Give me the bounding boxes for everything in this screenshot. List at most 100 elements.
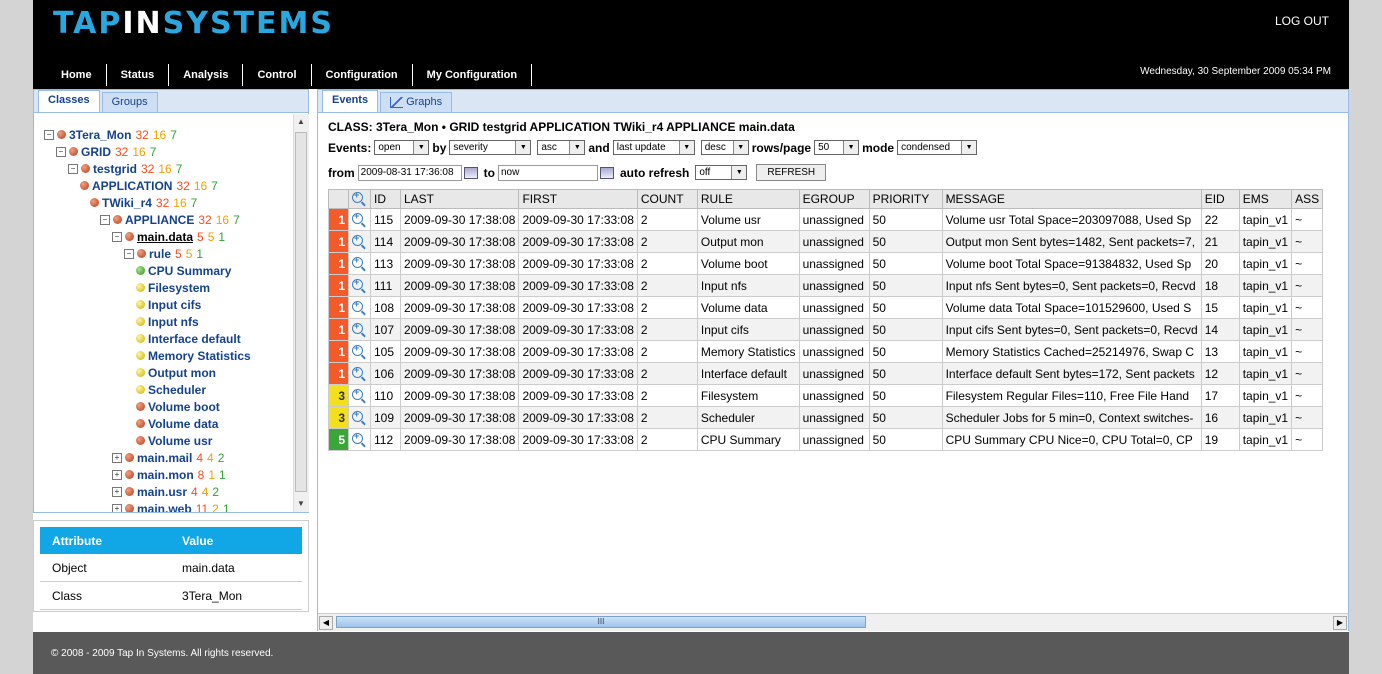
- grid-column-header[interactable]: [348, 189, 371, 209]
- tree-node[interactable]: − 3Tera_Mon 32 16 7: [44, 126, 177, 143]
- zoom-cell[interactable]: [348, 428, 371, 451]
- nav-my-configuration[interactable]: My Configuration: [413, 64, 533, 86]
- collapse-icon[interactable]: −: [68, 163, 78, 174]
- calendar-icon[interactable]: [600, 166, 614, 179]
- tree-node[interactable]: − testgrid 32 16 7: [68, 160, 182, 177]
- zoom-icon[interactable]: [352, 277, 363, 290]
- tree-node[interactable]: CPU Summary: [136, 262, 231, 279]
- collapse-icon[interactable]: −: [112, 231, 122, 242]
- tree-node[interactable]: + main.mon 8 1 1: [112, 466, 226, 483]
- sort2-field-select[interactable]: last update ▼: [612, 140, 695, 155]
- tree-node[interactable]: − GRID 32 16 7: [56, 143, 156, 160]
- tree-node[interactable]: Interface default: [136, 330, 241, 347]
- tab-classes[interactable]: Classes: [38, 90, 100, 112]
- zoom-icon[interactable]: [352, 321, 363, 334]
- refresh-button[interactable]: REFRESH: [756, 164, 827, 181]
- tree-node[interactable]: Volume usr: [136, 432, 212, 449]
- zoom-cell[interactable]: [348, 362, 371, 385]
- collapse-icon[interactable]: −: [124, 248, 134, 259]
- tab-events[interactable]: Events: [322, 90, 379, 112]
- table-row[interactable]: 11112009-09-30 17:38:082009-09-30 17:33:…: [328, 274, 1324, 297]
- zoom-cell[interactable]: [348, 318, 371, 341]
- scroll-up-icon[interactable]: ▲: [297, 117, 305, 126]
- status-select[interactable]: open ▼: [374, 140, 430, 155]
- grid-column-header[interactable]: ID: [370, 189, 401, 209]
- grid-column-header[interactable]: ASS: [1291, 189, 1324, 209]
- tree-node[interactable]: Memory Statistics: [136, 347, 251, 364]
- grid-column-header[interactable]: EGROUP: [798, 189, 870, 209]
- sort-field-select[interactable]: severity ▼: [449, 140, 532, 155]
- grid-column-header[interactable]: PRIORITY: [868, 189, 943, 209]
- grid-column-header[interactable]: FIRST: [518, 189, 638, 209]
- tree-node[interactable]: Volume boot: [136, 398, 220, 415]
- scroll-down-icon[interactable]: ▼: [297, 499, 305, 508]
- calendar-icon[interactable]: [463, 166, 478, 179]
- zoom-icon[interactable]: [352, 343, 363, 356]
- collapse-icon[interactable]: −: [100, 214, 110, 225]
- grid-column-header[interactable]: EID: [1200, 189, 1240, 209]
- auto-refresh-select[interactable]: off ▼: [695, 165, 748, 180]
- zoom-cell[interactable]: [348, 252, 371, 275]
- expand-icon[interactable]: +: [112, 486, 122, 497]
- tree-node[interactable]: + main.mail 4 4 2: [112, 449, 224, 466]
- zoom-cell[interactable]: [348, 340, 371, 363]
- rows-per-page-select[interactable]: 50 ▼: [814, 140, 860, 155]
- zoom-icon[interactable]: [352, 431, 363, 444]
- tree-node[interactable]: APPLICATION 32 16 7: [80, 177, 218, 194]
- table-row[interactable]: 3 1102009-09-30 17:38:082009-09-30 17:33:…: [328, 384, 1324, 407]
- zoom-cell[interactable]: [348, 274, 371, 297]
- nav-control[interactable]: Control: [243, 64, 312, 86]
- table-row[interactable]: 5 1122009-09-30 17:38:082009-09-30 17:33:…: [328, 428, 1324, 451]
- collapse-icon[interactable]: −: [44, 129, 54, 140]
- nav-analysis[interactable]: Analysis: [169, 64, 244, 86]
- mode-select[interactable]: condensed ▼: [897, 140, 978, 155]
- grid-hscrollbar[interactable]: ◀ III ▶: [318, 613, 1348, 631]
- zoom-cell[interactable]: [348, 208, 371, 231]
- tree-node[interactable]: − main.data 5 5 1: [112, 228, 225, 245]
- table-row[interactable]: 3 1092009-09-30 17:38:082009-09-30 17:33:…: [328, 406, 1324, 429]
- tab-groups[interactable]: Groups: [101, 92, 158, 112]
- nav-status[interactable]: Status: [107, 64, 170, 86]
- table-row[interactable]: 1 1072009-09-30 17:38:082009-09-30 17:33:…: [328, 318, 1324, 341]
- zoom-icon[interactable]: [352, 211, 363, 224]
- tree-node[interactable]: − rule 5 5 1: [124, 245, 203, 262]
- zoom-icon[interactable]: [352, 299, 363, 312]
- tree-scrollbar[interactable]: ▲ ▼: [293, 114, 309, 512]
- grid-column-header[interactable]: COUNT: [636, 189, 698, 209]
- zoom-cell[interactable]: [348, 384, 371, 407]
- tree-node[interactable]: + main.usr 4 4 2: [112, 483, 219, 500]
- table-row[interactable]: 1 1142009-09-30 17:38:082009-09-30 17:33:…: [328, 230, 1324, 253]
- table-row[interactable]: 1 1152009-09-30 17:38:082009-09-30 17:33:…: [328, 208, 1324, 231]
- tree-node[interactable]: + main.web 11 2 1: [112, 500, 230, 512]
- zoom-cell[interactable]: [348, 406, 371, 429]
- hscroll-thumb[interactable]: III: [336, 616, 866, 628]
- to-date-input[interactable]: now: [498, 164, 598, 181]
- zoom-icon[interactable]: [352, 365, 363, 378]
- expand-icon[interactable]: +: [112, 469, 122, 480]
- grid-column-header[interactable]: RULE: [696, 189, 800, 209]
- scroll-left-icon[interactable]: ◀: [319, 616, 333, 630]
- table-row[interactable]: 1 1052009-09-30 17:38:082009-09-30 17:33:…: [328, 340, 1324, 363]
- scroll-thumb[interactable]: [295, 132, 307, 492]
- zoom-icon[interactable]: [352, 255, 363, 268]
- expand-icon[interactable]: +: [112, 503, 122, 512]
- from-date-input[interactable]: 2009-08-31 17:36:08: [357, 164, 462, 181]
- nav-home[interactable]: Home: [47, 64, 107, 86]
- collapse-icon[interactable]: −: [56, 146, 66, 157]
- grid-column-header[interactable]: LAST: [399, 189, 520, 209]
- tree-node[interactable]: Volume data: [136, 415, 218, 432]
- zoom-icon[interactable]: [352, 387, 363, 400]
- nav-configuration[interactable]: Configuration: [312, 64, 413, 86]
- expand-icon[interactable]: +: [112, 452, 122, 463]
- tree-node[interactable]: Filesystem: [136, 279, 210, 296]
- tree-node[interactable]: Input nfs: [136, 313, 199, 330]
- table-row[interactable]: 1 1132009-09-30 17:38:082009-09-30 17:33:…: [328, 252, 1324, 275]
- table-row[interactable]: 1 1082009-09-30 17:38:082009-09-30 17:33:…: [328, 296, 1324, 319]
- scroll-right-icon[interactable]: ▶: [1333, 616, 1347, 630]
- zoom-icon[interactable]: [352, 409, 363, 422]
- zoom-cell[interactable]: [348, 230, 371, 253]
- zoom-icon[interactable]: [352, 233, 363, 246]
- sort-dir-select[interactable]: asc ▼: [537, 140, 586, 155]
- tab-graphs[interactable]: Graphs: [380, 92, 453, 112]
- table-row[interactable]: 1 1062009-09-30 17:38:082009-09-30 17:33:…: [328, 362, 1324, 385]
